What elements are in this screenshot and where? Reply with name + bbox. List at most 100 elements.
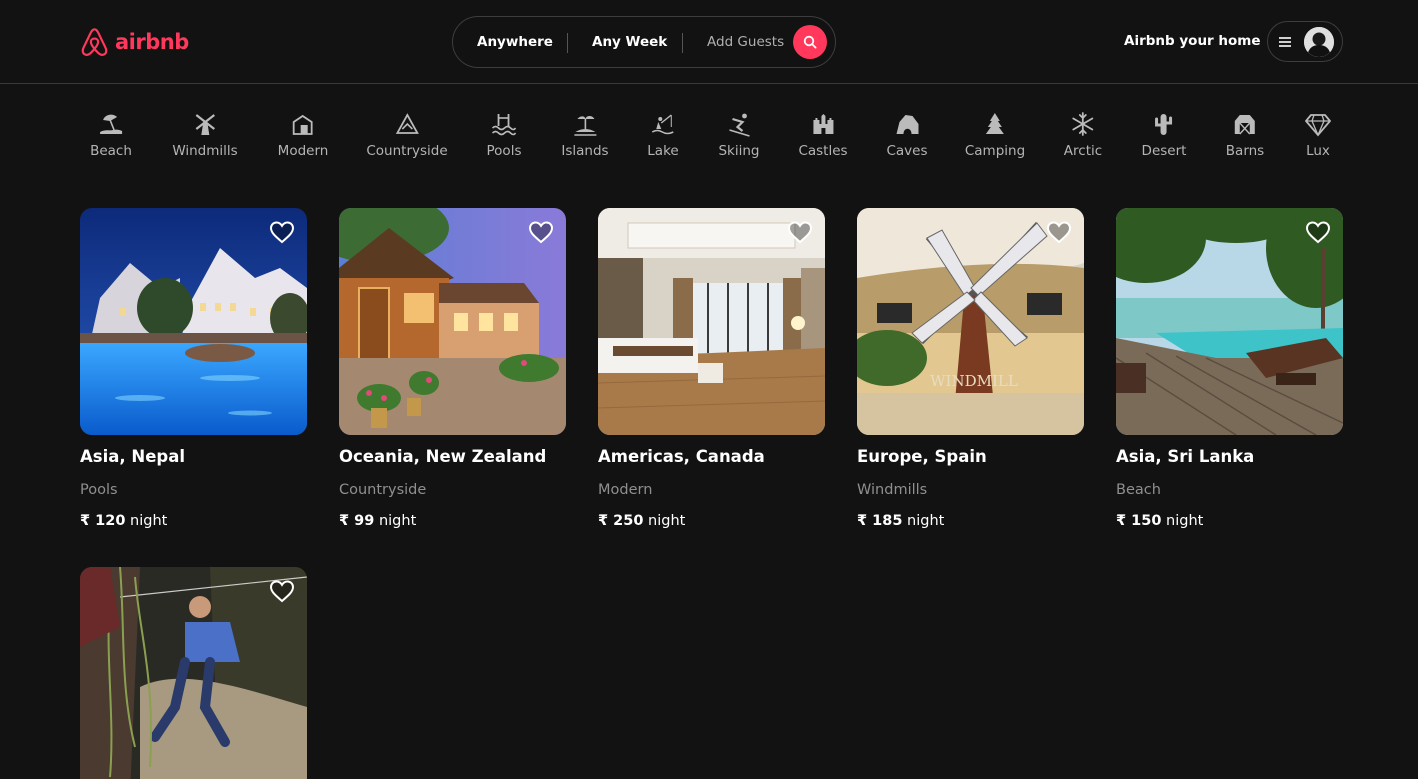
- lake-icon: [651, 114, 674, 135]
- category-windmills[interactable]: Windmills: [172, 110, 238, 159]
- listing-card[interactable]: Oceania, New Zealand Countryside ₹ 99 ni…: [339, 208, 566, 529]
- listing-card[interactable]: Americas, Canada Modern ₹ 250 night: [598, 208, 825, 529]
- category-skiing[interactable]: Skiing: [718, 110, 760, 159]
- divider: [682, 33, 683, 53]
- price-amount: ₹ 120: [80, 513, 126, 529]
- listing-photo: [80, 208, 307, 435]
- price-unit: night: [130, 513, 168, 529]
- user-menu-button[interactable]: [1267, 21, 1343, 62]
- heart-icon[interactable]: [269, 579, 295, 603]
- listing-location: Americas, Canada: [598, 447, 765, 466]
- castle-icon: [813, 114, 833, 134]
- beach-icon: [99, 114, 122, 134]
- category-modern[interactable]: Modern: [277, 110, 329, 159]
- category-arctic[interactable]: Arctic: [1064, 110, 1102, 159]
- heart-icon[interactable]: [787, 220, 813, 244]
- price-amount: ₹ 150: [1116, 513, 1162, 529]
- heart-icon[interactable]: [1046, 220, 1072, 244]
- category-label: Desert: [1141, 143, 1187, 159]
- modern-house-icon: [293, 114, 313, 135]
- listing-category: Windmills: [857, 482, 928, 498]
- listing-category: Beach: [1116, 482, 1161, 498]
- listing-category: Countryside: [339, 482, 427, 498]
- countryside-icon: [395, 113, 419, 134]
- listing-photo: [1116, 208, 1343, 435]
- price-amount: ₹ 250: [598, 513, 644, 529]
- svg-text:WINDMILL: WINDMILL: [930, 372, 1018, 390]
- skiing-icon: [728, 113, 750, 137]
- category-castles[interactable]: Castles: [798, 110, 848, 159]
- user-avatar: [1304, 26, 1334, 57]
- listing-photo: [598, 208, 825, 435]
- category-label: Modern: [277, 143, 329, 159]
- listing-location: Asia, Nepal: [80, 447, 185, 466]
- airbnb-logo[interactable]: airbnb: [80, 26, 189, 58]
- airbnb-logo-icon: [81, 28, 108, 56]
- price-unit: night: [1166, 513, 1204, 529]
- category-caves[interactable]: Caves: [886, 110, 928, 159]
- date-filter[interactable]: Any Week: [592, 34, 667, 50]
- hamburger-icon: [1279, 36, 1291, 47]
- listing-price: ₹ 120 night: [80, 513, 167, 529]
- cactus-icon: [1155, 114, 1173, 135]
- category-label: Caves: [886, 143, 928, 159]
- guests-filter[interactable]: Add Guests: [707, 34, 784, 50]
- host-your-home-link[interactable]: Airbnb your home: [1124, 33, 1261, 49]
- category-beach[interactable]: Beach: [90, 110, 132, 159]
- category-label: Skiing: [718, 143, 760, 159]
- listing-location: Europe, Spain: [857, 447, 987, 466]
- category-desert[interactable]: Desert: [1141, 110, 1187, 159]
- category-camping[interactable]: Camping: [965, 110, 1025, 159]
- category-label: Barns: [1225, 143, 1265, 159]
- category-label: Windmills: [172, 143, 238, 159]
- listing-location: Oceania, New Zealand: [339, 447, 547, 466]
- windmill-icon: [195, 114, 215, 135]
- diamond-icon: [1305, 114, 1331, 137]
- category-label: Castles: [798, 143, 848, 159]
- listing-price: ₹ 150 night: [1116, 513, 1203, 529]
- location-filter[interactable]: Anywhere: [477, 34, 553, 50]
- price-unit: night: [648, 513, 686, 529]
- heart-icon[interactable]: [1305, 220, 1331, 244]
- heart-icon[interactable]: [528, 220, 554, 244]
- listing-category: Pools: [80, 482, 118, 498]
- divider: [567, 33, 568, 53]
- category-label: Arctic: [1063, 143, 1103, 159]
- price-amount: ₹ 185: [857, 513, 903, 529]
- category-label: Camping: [964, 143, 1026, 159]
- heart-icon[interactable]: [269, 220, 295, 244]
- camping-icon: [985, 113, 1004, 134]
- price-unit: night: [907, 513, 945, 529]
- category-lux[interactable]: Lux: [1304, 110, 1332, 159]
- listing-photo: WINDMILL: [857, 208, 1084, 435]
- price-unit: night: [378, 513, 417, 529]
- category-islands[interactable]: Islands: [561, 110, 609, 159]
- category-barns[interactable]: Barns: [1226, 110, 1264, 159]
- listing-price: ₹ 99 night: [339, 513, 416, 529]
- category-pools[interactable]: Pools: [486, 110, 522, 159]
- search-bar[interactable]: Anywhere Any Week Add Guests: [452, 16, 836, 68]
- listing-price: ₹ 185 night: [857, 513, 944, 529]
- search-button[interactable]: [793, 25, 827, 59]
- price-amount: ₹ 99: [339, 513, 375, 529]
- category-label: Lux: [1306, 143, 1330, 159]
- category-label: Pools: [486, 143, 522, 159]
- category-label: Lake: [647, 143, 679, 159]
- snowflake-icon: [1072, 112, 1094, 136]
- category-countryside[interactable]: Countryside: [366, 110, 448, 159]
- listing-card[interactable]: Asia, Nepal Pools ₹ 120 night: [80, 208, 307, 529]
- island-icon: [573, 116, 596, 136]
- category-lake[interactable]: Lake: [647, 110, 679, 159]
- listing-card[interactable]: [80, 567, 307, 779]
- search-icon: [803, 35, 817, 49]
- top-header: airbnb Anywhere Any Week Add Guests Airb…: [0, 0, 1418, 84]
- category-label: Islands: [561, 143, 609, 159]
- barn-icon: [1235, 115, 1255, 135]
- listing-card[interactable]: WINDMILL Europe, Spain Windmills ₹ 185 n…: [857, 208, 1084, 529]
- listing-location: Asia, Sri Lanka: [1116, 447, 1255, 466]
- listing-photo: [80, 567, 307, 779]
- logo-wordmark: airbnb: [115, 30, 189, 54]
- listing-card[interactable]: Asia, Sri Lanka Beach ₹ 150 night: [1116, 208, 1343, 529]
- category-label: Countryside: [366, 143, 448, 159]
- category-label: Beach: [90, 143, 132, 159]
